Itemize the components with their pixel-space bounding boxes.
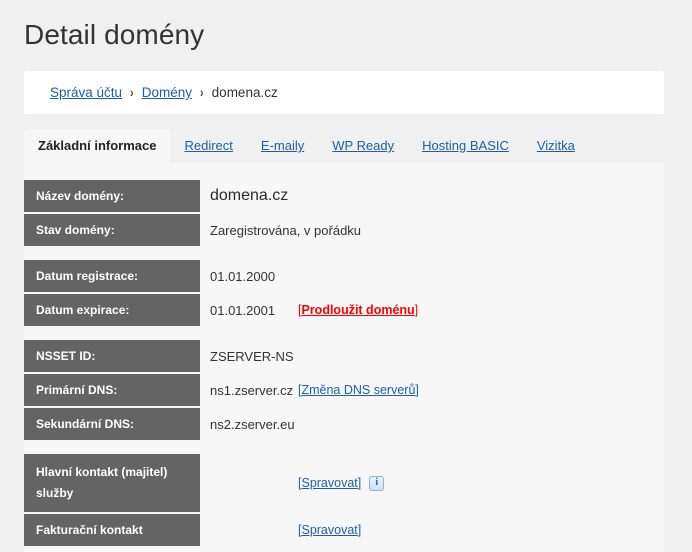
spravovat-hlavni-kontakt-link[interactable]: Spravovat — [301, 476, 357, 490]
tab-vizitka[interactable]: Vizitka — [523, 129, 589, 162]
table-row: Datum registrace: 01.01.2000 — [24, 260, 664, 292]
secondary-dns-value: ns2.zserver.eu — [210, 416, 295, 432]
zmena-dns-serveru-link[interactable]: Změna DNS serverů — [301, 383, 415, 397]
breadcrumb-item-sprava-uctu[interactable]: Správa účtu — [50, 85, 122, 100]
row-value-datum-expirace: 01.01.2001 [Prodloužit doménu] — [200, 294, 664, 326]
fakturacni-kontakt-action: [Spravovat] — [298, 523, 361, 537]
tab-redirect[interactable]: Redirect — [170, 129, 246, 162]
table-row: Název domény: domena.cz — [24, 180, 664, 212]
tab-bar: Základní informace Redirect E-maily WP R… — [24, 129, 589, 162]
row-label-nsset-id: NSSET ID: — [24, 340, 200, 372]
row-value-hlavni-kontakt: [Spravovat] i — [200, 454, 664, 512]
breadcrumb-separator-icon: › — [200, 85, 204, 100]
domain-name-value: domena.cz — [210, 187, 289, 204]
spravovat-link-wrap: [Spravovat] — [298, 523, 362, 537]
prodlouzit-domenu-link[interactable]: Prodloužit doménu — [301, 303, 414, 317]
breadcrumb-item-current: domena.cz — [211, 85, 278, 100]
detail-group-contacts: Hlavní kontakt (majitel) služby [Spravov… — [24, 454, 664, 546]
row-value-stav-domeny: Zaregistrována, v pořádku — [200, 214, 664, 246]
registration-date-value: 01.01.2000 — [210, 268, 276, 284]
tab-zakladni-informace[interactable]: Základní informace — [24, 129, 171, 162]
zmena-dns-link-wrap: [Změna DNS serverů] — [298, 383, 419, 397]
tab-wp-ready[interactable]: WP Ready — [318, 129, 408, 162]
row-label-primarni-dns: Primární DNS: — [24, 374, 200, 406]
row-value-nsset-id: ZSERVER-NS — [200, 340, 664, 372]
detail-group-dns: NSSET ID: ZSERVER-NS Primární DNS: ns1.z… — [24, 340, 664, 440]
table-row: Primární DNS: ns1.zserver.cz [Změna DNS … — [24, 374, 664, 406]
row-value-sekundarni-dns: ns2.zserver.eu — [200, 408, 664, 440]
row-label-datum-expirace: Datum expirace: — [24, 294, 200, 326]
spravovat-fakturacni-kontakt-link[interactable]: Spravovat — [301, 523, 357, 537]
detail-group-identity: Název domény: domena.cz Stav domény: Zar… — [24, 162, 664, 246]
row-value-nazev-domeny: domena.cz — [200, 180, 664, 212]
row-label-sekundarni-dns: Sekundární DNS: — [24, 408, 200, 440]
table-row: NSSET ID: ZSERVER-NS — [24, 340, 664, 372]
dns-action: [Změna DNS serverů] — [298, 383, 419, 397]
row-value-primarni-dns: ns1.zserver.cz [Změna DNS serverů] — [200, 374, 664, 406]
table-row: Stav domény: Zaregistrována, v pořádku — [24, 214, 664, 246]
row-value-fakturacni-kontakt: [Spravovat] — [200, 514, 664, 546]
row-value-datum-registrace: 01.01.2000 — [200, 260, 664, 292]
breadcrumb-separator-icon: › — [130, 85, 134, 100]
expiration-date-value: 01.01.2001 — [210, 302, 276, 318]
page-title: Detail domény — [24, 19, 205, 50]
detail-group-dates: Datum registrace: 01.01.2000 Datum expir… — [24, 260, 664, 326]
expiration-action: [Prodloužit doménu] — [298, 303, 418, 317]
info-icon[interactable]: i — [369, 475, 385, 491]
domain-detail-panel: Název domény: domena.cz Stav domény: Zar… — [24, 162, 664, 552]
row-label-datum-registrace: Datum registrace: — [24, 260, 200, 292]
breadcrumb: Správa účtu › Domény › domena.cz — [24, 71, 664, 114]
nsset-id-value: ZSERVER-NS — [210, 348, 294, 364]
tab-emaily[interactable]: E-maily — [247, 129, 318, 162]
table-row: Hlavní kontakt (majitel) služby [Spravov… — [24, 454, 664, 512]
row-label-stav-domeny: Stav domény: — [24, 214, 200, 246]
table-row: Sekundární DNS: ns2.zserver.eu — [24, 408, 664, 440]
table-row: Datum expirace: 01.01.2001 [Prodloužit d… — [24, 294, 664, 326]
row-label-hlavni-kontakt: Hlavní kontakt (majitel) služby — [24, 454, 200, 512]
primary-dns-value: ns1.zserver.cz — [210, 382, 294, 398]
row-label-fakturacni-kontakt: Fakturační kontakt — [24, 514, 200, 546]
table-row: Fakturační kontakt [Spravovat] — [24, 514, 664, 546]
domain-status-value: Zaregistrována, v pořádku — [210, 222, 362, 238]
prodlouzit-domenu-link-wrap: [Prodloužit doménu] — [298, 303, 419, 317]
hlavni-kontakt-action: [Spravovat] i — [298, 475, 385, 491]
row-label-nazev-domeny: Název domény: — [24, 180, 200, 212]
tab-hosting-basic[interactable]: Hosting BASIC — [408, 129, 523, 162]
breadcrumb-item-domeny[interactable]: Domény — [142, 85, 192, 100]
spravovat-link-wrap: [Spravovat] — [298, 476, 362, 490]
